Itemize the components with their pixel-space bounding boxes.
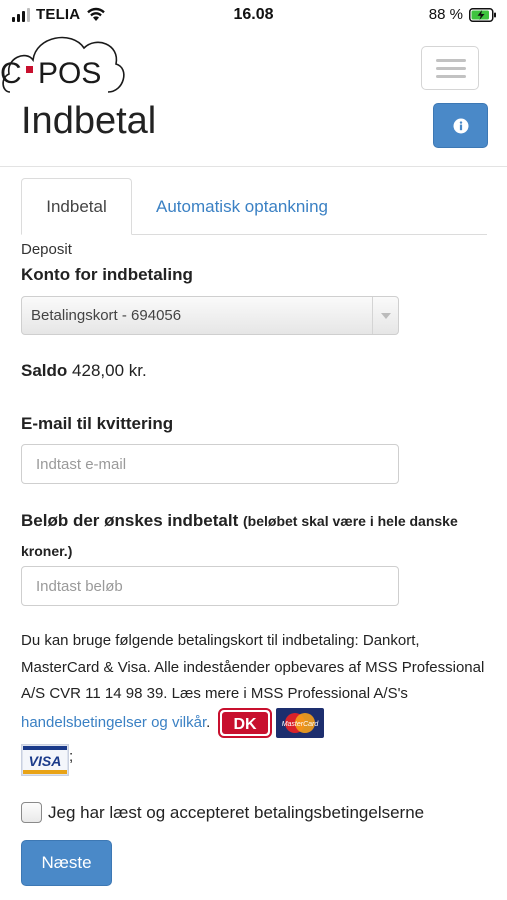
battery-charging-icon bbox=[469, 7, 496, 22]
battery-percentage: 88 % bbox=[428, 6, 463, 23]
cards-trailing-punctuation: ; bbox=[69, 747, 74, 765]
tab-automatisk-optankning[interactable]: Automatisk optankning bbox=[156, 178, 328, 235]
info-button[interactable] bbox=[433, 103, 488, 148]
next-button[interactable]: Næste bbox=[21, 840, 112, 886]
terms-accept-checkbox[interactable] bbox=[21, 802, 42, 823]
balance: Saldo 428,00 kr. bbox=[21, 361, 147, 381]
account-select[interactable]: Betalingskort - 694056 bbox=[21, 296, 399, 335]
terms-link[interactable]: handelsbetingelser og vilkår bbox=[21, 713, 206, 730]
menu-bar-icon bbox=[436, 67, 466, 70]
visa-logo-text: VISA bbox=[29, 753, 62, 769]
status-bar-right: 88 % bbox=[429, 6, 497, 23]
dankort-logo: DK bbox=[218, 707, 273, 738]
email-input[interactable] bbox=[21, 444, 399, 484]
terms-accept-label[interactable]: Jeg har læst og accepteret betalingsbeti… bbox=[48, 803, 424, 823]
payment-info-period: . bbox=[206, 713, 211, 731]
tab-bar: Indbetal Automatisk optankning bbox=[21, 178, 487, 235]
dankort-logo-text: DK bbox=[234, 716, 258, 733]
payment-info-text: Du kan bruge følgende betalingskort til … bbox=[21, 628, 491, 776]
amount-input[interactable] bbox=[21, 566, 399, 606]
page-title: Indbetal bbox=[21, 100, 157, 142]
email-label: E-mail til kvittering bbox=[21, 414, 174, 433]
svg-text:C: C bbox=[0, 57, 22, 90]
terms-accept-row[interactable]: Jeg har læst og accepteret betalingsbeti… bbox=[21, 802, 424, 823]
cpos-logo[interactable]: C POS bbox=[0, 26, 128, 98]
chevron-down-icon bbox=[372, 297, 398, 334]
info-icon bbox=[453, 118, 468, 133]
payment-info-body: Du kan bruge følgende betalingskort til … bbox=[21, 632, 485, 702]
amount-label-text: Beløb der ønskes indbetalt bbox=[21, 511, 239, 530]
header-divider bbox=[0, 166, 507, 167]
balance-value: 428,00 kr. bbox=[72, 361, 147, 380]
balance-label: Saldo bbox=[21, 361, 68, 380]
account-select-value: Betalingskort - 694056 bbox=[31, 307, 182, 324]
section-label: Deposit bbox=[21, 241, 72, 258]
account-label: Konto for indbetaling bbox=[21, 265, 193, 284]
menu-bar-icon bbox=[436, 75, 466, 78]
mastercard-logo: MasterCard bbox=[276, 707, 325, 738]
svg-text:POS: POS bbox=[38, 57, 101, 90]
tab-indbetal[interactable]: Indbetal bbox=[21, 178, 132, 235]
amount-label: Beløb der ønskes indbetalt (beløbet skal… bbox=[21, 506, 491, 566]
menu-bar-icon bbox=[436, 59, 466, 62]
visa-logo: VISA bbox=[21, 743, 69, 776]
hamburger-menu-button[interactable] bbox=[421, 46, 479, 90]
mastercard-logo-text: MasterCard bbox=[282, 721, 320, 728]
